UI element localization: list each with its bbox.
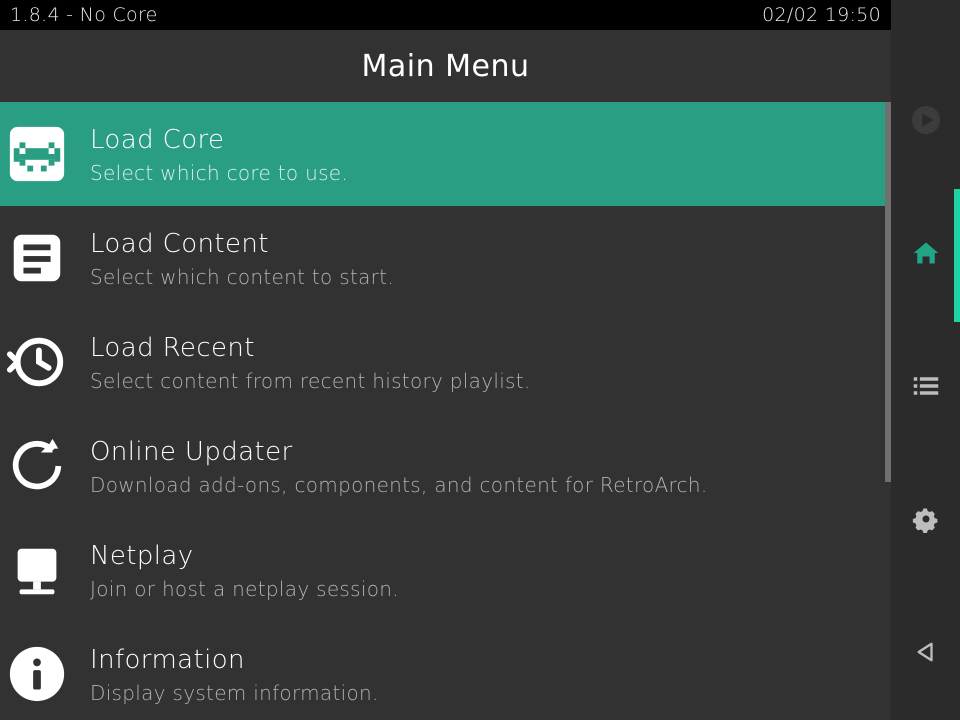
home-icon [912,239,940,271]
menu-item-load-recent[interactable]: Load Recent Select content from recent h… [0,310,891,414]
history-icon [6,331,68,393]
menu-list[interactable]: Load Core Select which core to use. Load… [0,102,891,720]
menu-item-netplay[interactable]: Netplay Join or host a netplay session. [0,518,891,622]
menu-item-information[interactable]: Information Display system information. [0,622,891,720]
back-triangle-icon [915,641,937,667]
status-left: 1.8.4 - No Core [10,4,158,26]
document-icon [6,227,68,289]
refresh-icon [6,435,68,497]
menu-item-sublabel: Select which content to start. [90,265,394,289]
invader-icon [6,123,68,185]
status-bar: 1.8.4 - No Core 02/02 19:50 [0,0,891,30]
menu-item-sublabel: Download add-ons, components, and conten… [90,473,708,497]
sidebar-list[interactable] [891,322,960,455]
menu-item-online-updater[interactable]: Online Updater Download add-ons, compone… [0,414,891,518]
sidebar-home[interactable] [891,189,960,322]
sidebar-settings[interactable] [891,454,960,587]
title-bar: Main Menu [0,30,891,102]
menu-item-label: Information [90,645,379,675]
menu-item-sublabel: Select content from recent history playl… [90,369,531,393]
menu-item-load-core[interactable]: Load Core Select which core to use. [0,102,891,206]
menu-item-label: Load Content [90,229,394,259]
monitor-icon [6,539,68,601]
menu-item-load-content[interactable]: Load Content Select which content to sta… [0,206,891,310]
menu-item-sublabel: Select which core to use. [90,161,348,185]
sidebar-play[interactable] [891,56,960,189]
menu-item-label: Online Updater [90,437,708,467]
gear-icon [912,505,940,537]
menu-item-sublabel: Join or host a netplay session. [90,577,399,601]
menu-item-label: Load Core [90,125,348,155]
info-icon [6,643,68,705]
right-sidebar [891,0,960,720]
sidebar-back[interactable] [891,587,960,720]
list-icon [912,372,940,404]
page-title: Main Menu [361,49,529,84]
status-right: 02/02 19:50 [762,4,881,26]
menu-item-sublabel: Display system information. [90,681,379,705]
menu-item-label: Netplay [90,541,399,571]
menu-item-label: Load Recent [90,333,531,363]
play-circle-icon [911,105,941,139]
main-panel: 1.8.4 - No Core 02/02 19:50 Main Menu [0,0,891,720]
